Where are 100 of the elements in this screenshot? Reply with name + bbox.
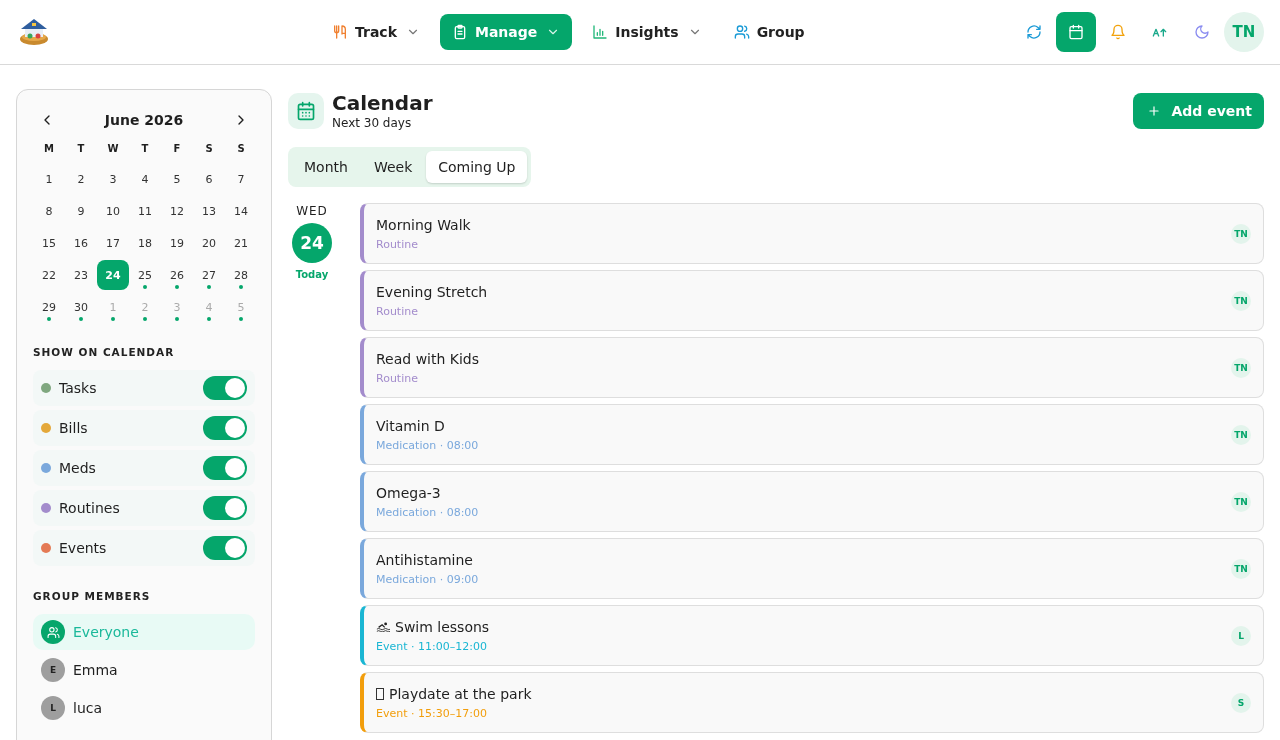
calendar-day[interactable]: 11	[129, 196, 161, 226]
calendar-day[interactable]: 20	[193, 228, 225, 258]
event-details: Medication · 09:00	[376, 572, 480, 586]
weekday-label: W	[106, 142, 120, 156]
owner-avatar: S	[1231, 692, 1251, 713]
clipboard-icon	[452, 24, 468, 40]
date-badge: 24	[292, 223, 332, 263]
calendar-day[interactable]: 13	[193, 196, 225, 226]
event-details: Medication · 08:00	[376, 438, 480, 452]
calendar-day[interactable]: 15	[33, 228, 65, 258]
toggle-switch[interactable]	[203, 496, 247, 520]
toggle-switch[interactable]	[203, 416, 247, 440]
calendar-day[interactable]: 22	[33, 260, 65, 290]
group-icon	[41, 620, 65, 644]
bar-chart-icon	[592, 24, 609, 40]
today-label: Today	[295, 269, 329, 280]
calendar-button[interactable]	[1056, 12, 1096, 52]
calendar-day[interactable]: 16	[65, 228, 97, 258]
month-title: June 2026	[104, 112, 184, 128]
weekday-label: S	[204, 142, 214, 156]
event-title: Antihistamine	[376, 551, 473, 568]
moon-icon	[1194, 24, 1210, 40]
calendar-day[interactable]: 30	[65, 292, 97, 322]
event-details: Routine	[376, 304, 419, 318]
event-card[interactable]: Morning Walk Routine TN	[360, 203, 1264, 264]
fork-knife-icon	[332, 24, 348, 40]
calendar-day[interactable]: 2	[65, 164, 97, 194]
filter-label: Tasks	[59, 380, 98, 396]
event-details: Routine	[376, 237, 419, 251]
calendar-day[interactable]: 18	[129, 228, 161, 258]
calendar-day[interactable]: 14	[225, 196, 257, 226]
nav-menu[interactable]: Group	[721, 14, 817, 50]
users-icon	[733, 24, 750, 40]
plus-icon	[1147, 104, 1162, 118]
filter-label: Bills	[59, 420, 89, 436]
calendar-day[interactable]: 23	[65, 260, 97, 290]
weekday-label: WED	[296, 203, 328, 219]
calendar-icon	[1068, 24, 1084, 40]
page-subtitle: Next 30 days	[332, 116, 413, 130]
weekday-label: S	[236, 142, 246, 156]
toggle-switch[interactable]	[203, 456, 247, 480]
owner-avatar: TN	[1231, 290, 1251, 311]
owner-avatar: TN	[1231, 558, 1251, 579]
calendar-day[interactable]: 10	[97, 196, 129, 226]
member-item[interactable]: E Emma	[33, 652, 255, 688]
nav-menu[interactable]: Insights	[580, 14, 714, 50]
view-tab[interactable]: Week	[361, 151, 425, 183]
event-card[interactable]: Antihistamine Medication · 09:00 TN	[360, 538, 1264, 599]
event-details: Event · 11:00–12:00	[376, 639, 488, 653]
calendar-day[interactable]: 7	[225, 164, 257, 194]
calendar-day[interactable]: 4	[129, 164, 161, 194]
calendar-day[interactable]: 12	[161, 196, 193, 226]
calendar-day[interactable]: 28	[225, 260, 257, 290]
event-details: Medication · 08:00	[376, 505, 480, 519]
calendar-day[interactable]: 19	[161, 228, 193, 258]
event-card[interactable]: Read with Kids Routine TN	[360, 337, 1264, 398]
logo-icon	[18, 18, 50, 46]
owner-avatar: TN	[1231, 357, 1251, 378]
calendar-day[interactable]: 8	[33, 196, 65, 226]
calendar-day[interactable]: 3	[97, 164, 129, 194]
refresh-icon	[1026, 24, 1042, 40]
calendar-day[interactable]: 27	[193, 260, 225, 290]
page-title: Calendar	[332, 92, 433, 114]
event-title: Swim lessons	[395, 618, 490, 635]
event-title: Read with Kids	[376, 350, 480, 367]
calendar-day[interactable]: 5	[161, 164, 193, 194]
event-title: Playdate at the park	[389, 685, 532, 702]
view-tab[interactable]: Coming Up	[426, 151, 528, 183]
calendar-day[interactable]: 21	[225, 228, 257, 258]
filter-label: Meds	[59, 460, 97, 476]
event-card[interactable]: Playdate at the park Event · 15:30–17:00 S	[360, 672, 1264, 733]
calendar-day[interactable]: 6	[193, 164, 225, 194]
section-heading: SHOW ON CALENDAR	[33, 346, 176, 358]
event-card[interactable]: Swim lessons Event · 11:00–12:00 L	[360, 605, 1264, 666]
weekday-label: T	[140, 142, 150, 156]
event-title: Evening Stretch	[376, 283, 488, 300]
weekday-label: M	[43, 142, 55, 156]
event-title: Morning Walk	[376, 216, 471, 233]
calendar-day[interactable]: 1	[33, 164, 65, 194]
event-card[interactable]: Omega-3 Medication · 08:00 TN	[360, 471, 1264, 532]
event-card[interactable]: Evening Stretch Routine TN	[360, 270, 1264, 331]
event-title: Omega-3	[376, 484, 441, 501]
member-item[interactable]: L luca	[33, 690, 255, 726]
calendar-day[interactable]: 17	[97, 228, 129, 258]
filter-label: Routines	[59, 500, 121, 516]
view-tab[interactable]: Month	[292, 151, 360, 183]
swimmer-icon	[376, 621, 390, 632]
calendar-day[interactable]: 25	[129, 260, 161, 290]
owner-avatar: TN	[1231, 424, 1251, 445]
event-title: Vitamin D	[376, 417, 445, 434]
calendar-icon	[288, 93, 324, 129]
toggle-switch[interactable]	[203, 376, 247, 400]
section-heading: GROUP MEMBERS	[33, 590, 152, 602]
calendar-day[interactable]: 9	[65, 196, 97, 226]
toggle-switch[interactable]	[203, 536, 247, 560]
calendar-day[interactable]: 29	[33, 292, 65, 322]
event-card[interactable]: Vitamin D Medication · 08:00 TN	[360, 404, 1264, 465]
calendar-day[interactable]: 26	[161, 260, 193, 290]
bell-icon	[1110, 24, 1126, 40]
nav-menu[interactable]: Track	[320, 14, 432, 50]
